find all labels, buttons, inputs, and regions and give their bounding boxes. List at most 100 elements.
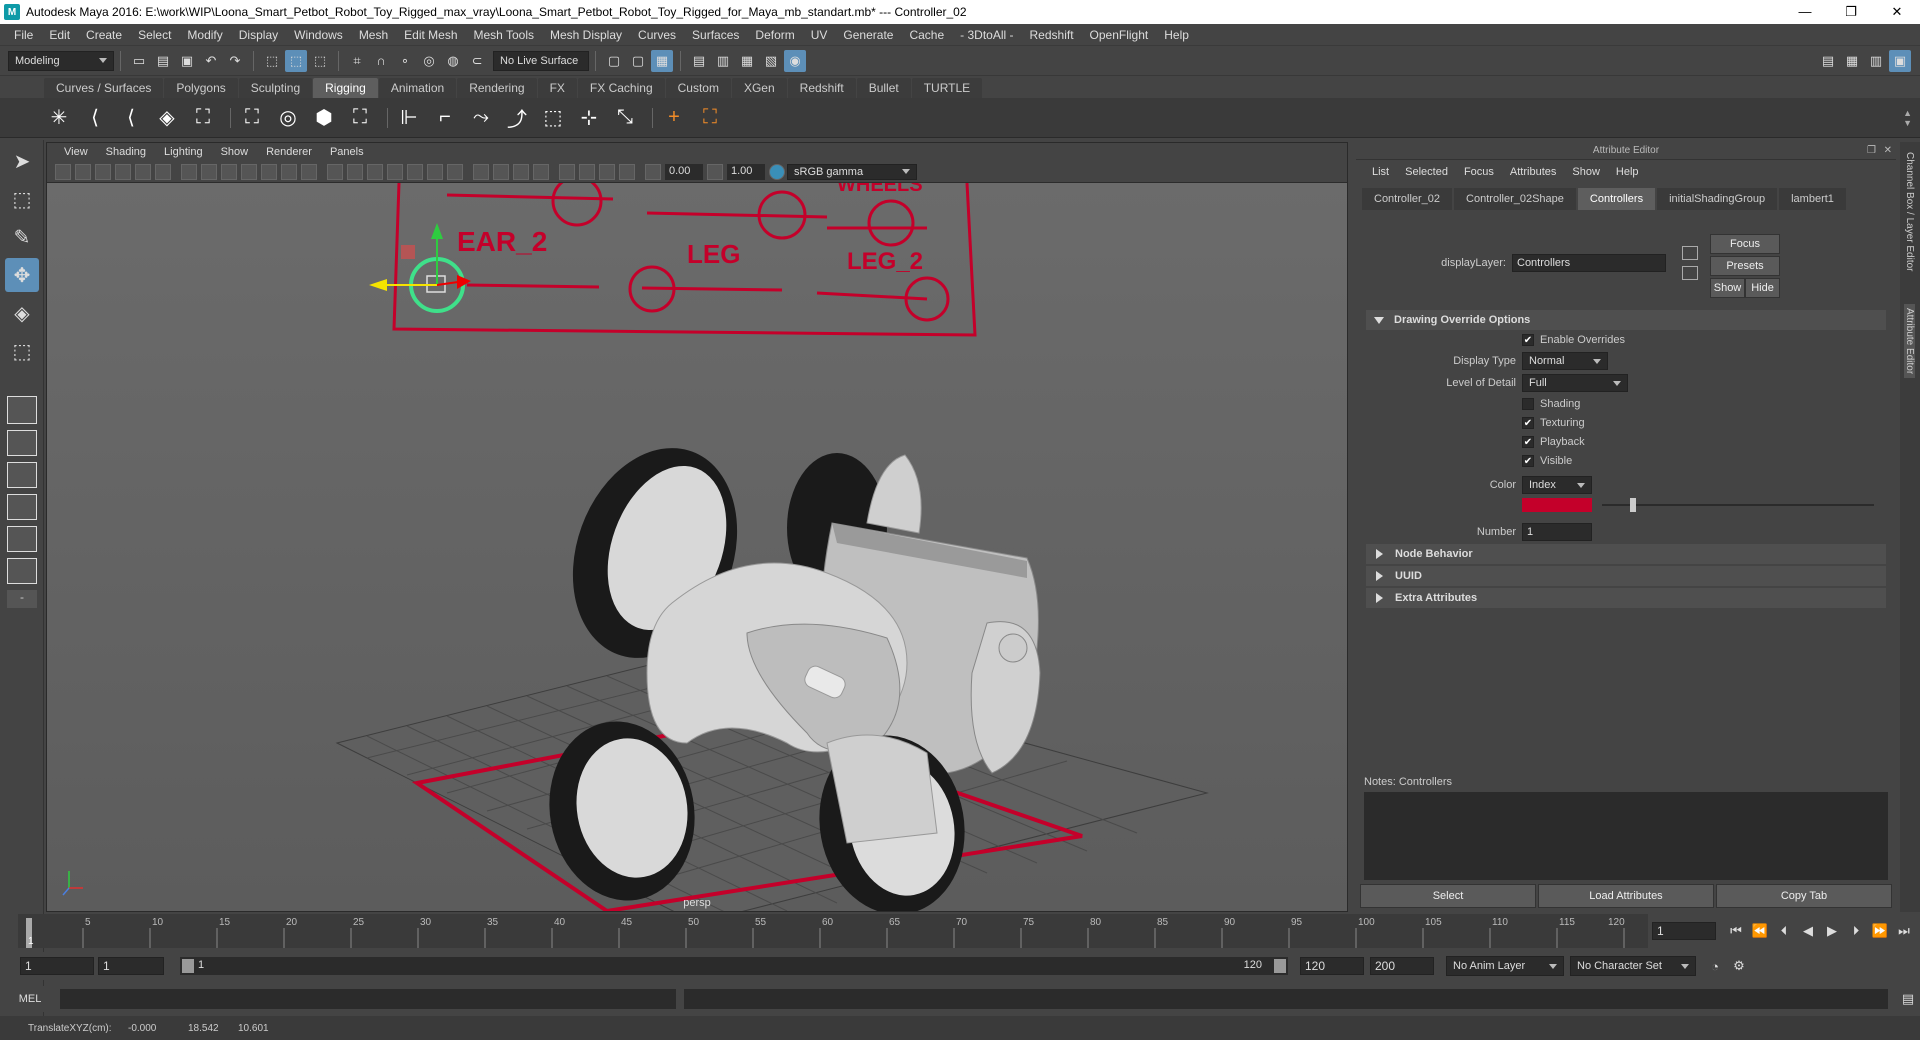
visible-checkbox[interactable]: ✔	[1522, 455, 1534, 467]
focus-button[interactable]: Focus	[1710, 234, 1780, 254]
parent-constraint-icon[interactable]: ⬚	[538, 103, 568, 133]
texturing-checkbox[interactable]: ✔	[1522, 417, 1534, 429]
vp-menu-renderer[interactable]: Renderer	[257, 146, 321, 158]
use-all-lights-icon[interactable]	[427, 163, 443, 180]
menu-file[interactable]: File	[6, 28, 41, 42]
minimize-button[interactable]: —	[1782, 0, 1828, 24]
ae-menu-list[interactable]: List	[1364, 166, 1397, 178]
menu-curves[interactable]: Curves	[630, 28, 684, 42]
menu-edit-mesh[interactable]: Edit Mesh	[396, 28, 465, 42]
bookmark-icon[interactable]	[95, 163, 111, 180]
command-input[interactable]	[60, 989, 676, 1009]
gamma-icon[interactable]	[707, 163, 723, 180]
ae-tab-controller02shape[interactable]: Controller_02Shape	[1454, 188, 1576, 210]
menu-select[interactable]: Select	[130, 28, 179, 42]
load-attributes-button[interactable]: Load Attributes	[1538, 884, 1714, 908]
notes-textarea[interactable]	[1364, 792, 1888, 880]
menu-mesh-tools[interactable]: Mesh Tools	[466, 28, 542, 42]
shelf-tab-animation[interactable]: Animation	[378, 78, 457, 98]
shelf-tab-turtle[interactable]: TURTLE	[911, 78, 983, 98]
color-swatch[interactable]	[1522, 498, 1592, 512]
menu-surfaces[interactable]: Surfaces	[684, 28, 747, 42]
vp-menu-panels[interactable]: Panels	[321, 146, 373, 158]
output-ops-icon[interactable]: ▢	[627, 50, 649, 72]
menu-edit[interactable]: Edit	[41, 28, 78, 42]
color-slider-handle[interactable]	[1630, 498, 1636, 512]
channel-box-toggle-icon[interactable]: ▣	[1889, 49, 1911, 72]
render-settings-icon[interactable]: ▧	[760, 50, 782, 72]
select-tool-icon[interactable]: ➤	[5, 144, 39, 178]
2d-pan-icon[interactable]	[135, 163, 151, 180]
ae-tab-initialshadinggroup[interactable]: initialShadingGroup	[1657, 188, 1778, 210]
shadows-icon[interactable]	[447, 163, 463, 180]
lod-dropdown[interactable]: Full	[1522, 374, 1628, 392]
persp-outliner-layout-icon[interactable]	[7, 462, 37, 488]
gate-mask-icon[interactable]	[241, 163, 257, 180]
menu-3dtoall[interactable]: - 3DtoAll -	[952, 28, 1021, 42]
open-scene-icon[interactable]: ▤	[152, 50, 174, 72]
safe-title-icon[interactable]	[301, 163, 317, 180]
menu-set-dropdown[interactable]: Modeling	[8, 50, 114, 71]
ae-tab-controllers[interactable]: Controllers	[1577, 188, 1656, 210]
menu-help[interactable]: Help	[1156, 28, 1197, 42]
step-back-key-icon[interactable]: ⏪	[1749, 920, 1771, 942]
shelf-tab-rigging[interactable]: Rigging	[313, 78, 378, 98]
menu-create[interactable]: Create	[78, 28, 130, 42]
playback-end-field[interactable]: 120	[1300, 957, 1364, 975]
render-frame-icon[interactable]: ▥	[712, 50, 734, 72]
snap-surface-icon[interactable]: ◍	[442, 50, 464, 72]
grid-toggle-icon[interactable]	[181, 163, 197, 180]
shelf-scroll-up-icon[interactable]: ▲	[1903, 108, 1912, 118]
range-start-handle[interactable]	[182, 959, 194, 973]
anim-layer-dropdown[interactable]: No Anim Layer	[1446, 956, 1564, 976]
presets-button[interactable]: Presets	[1710, 256, 1780, 276]
step-forward-key-icon[interactable]: ⏩	[1869, 920, 1891, 942]
output-node-icon[interactable]	[1682, 266, 1698, 280]
cluster-icon[interactable]: ⛶	[345, 103, 375, 133]
color-index-slider[interactable]	[1602, 504, 1874, 506]
grease-pencil-icon[interactable]	[155, 163, 171, 180]
menu-display[interactable]: Display	[231, 28, 286, 42]
new-scene-icon[interactable]: ▭	[128, 50, 150, 72]
four-pane-layout-icon[interactable]	[7, 430, 37, 456]
ae-menu-show[interactable]: Show	[1564, 166, 1608, 178]
field-chart-icon[interactable]	[261, 163, 277, 180]
range-slider[interactable]: 1 120	[180, 957, 1288, 975]
input-node-icon[interactable]	[1682, 246, 1698, 260]
hide-button[interactable]: Hide	[1745, 278, 1780, 298]
xray-active-icon[interactable]	[599, 163, 615, 180]
default-lighting-icon[interactable]	[367, 163, 383, 180]
menu-windows[interactable]: Windows	[286, 28, 351, 42]
shading-checkbox[interactable]	[1522, 398, 1534, 410]
scale-constraint-icon[interactable]: ⤴	[502, 103, 532, 133]
vp-menu-shading[interactable]: Shading	[97, 146, 155, 158]
vp-menu-show[interactable]: Show	[212, 146, 258, 158]
shelf-tab-polygons[interactable]: Polygons	[164, 78, 238, 98]
construction-history-icon[interactable]: ▦	[651, 49, 673, 72]
close-button[interactable]: ✕	[1874, 0, 1920, 24]
display-type-dropdown[interactable]: Normal	[1522, 352, 1608, 370]
float-panel-icon[interactable]: ❐	[1867, 142, 1876, 160]
display-layer-field[interactable]: Controllers	[1512, 254, 1666, 272]
pole-vector-icon[interactable]: ⊹	[574, 103, 604, 133]
show-button[interactable]: Show	[1710, 278, 1745, 298]
snap-curve-icon[interactable]: ∩	[370, 50, 392, 72]
shelf-tab-bullet[interactable]: Bullet	[856, 78, 911, 98]
save-scene-icon[interactable]: ▣	[176, 50, 198, 72]
snap-magnet-icon[interactable]: ⊂	[466, 50, 488, 72]
go-to-start-icon[interactable]: ⏮	[1725, 920, 1747, 942]
attribute-editor-side-tab[interactable]: Attribute Editor	[1904, 304, 1915, 379]
locator-icon[interactable]: +	[659, 103, 689, 133]
wireframe-on-shaded-icon[interactable]	[387, 163, 403, 180]
undo-icon[interactable]: ↶	[200, 50, 222, 72]
ae-tab-controller02[interactable]: Controller_02	[1362, 188, 1453, 210]
quick-rig-icon[interactable]: ⛶	[188, 103, 218, 133]
lattice-icon[interactable]: ⬢	[309, 103, 339, 133]
play-backwards-icon[interactable]: ◀	[1797, 920, 1819, 942]
isolate-select-icon[interactable]	[559, 163, 575, 180]
playback-start-field[interactable]: 1	[98, 957, 164, 975]
cluster-handle-icon[interactable]: ⛶	[695, 103, 725, 133]
script-editor-icon[interactable]: ▤	[1897, 988, 1919, 1010]
animation-end-field[interactable]: 200	[1370, 957, 1434, 975]
shelf-tab-sculpting[interactable]: Sculpting	[238, 78, 313, 98]
